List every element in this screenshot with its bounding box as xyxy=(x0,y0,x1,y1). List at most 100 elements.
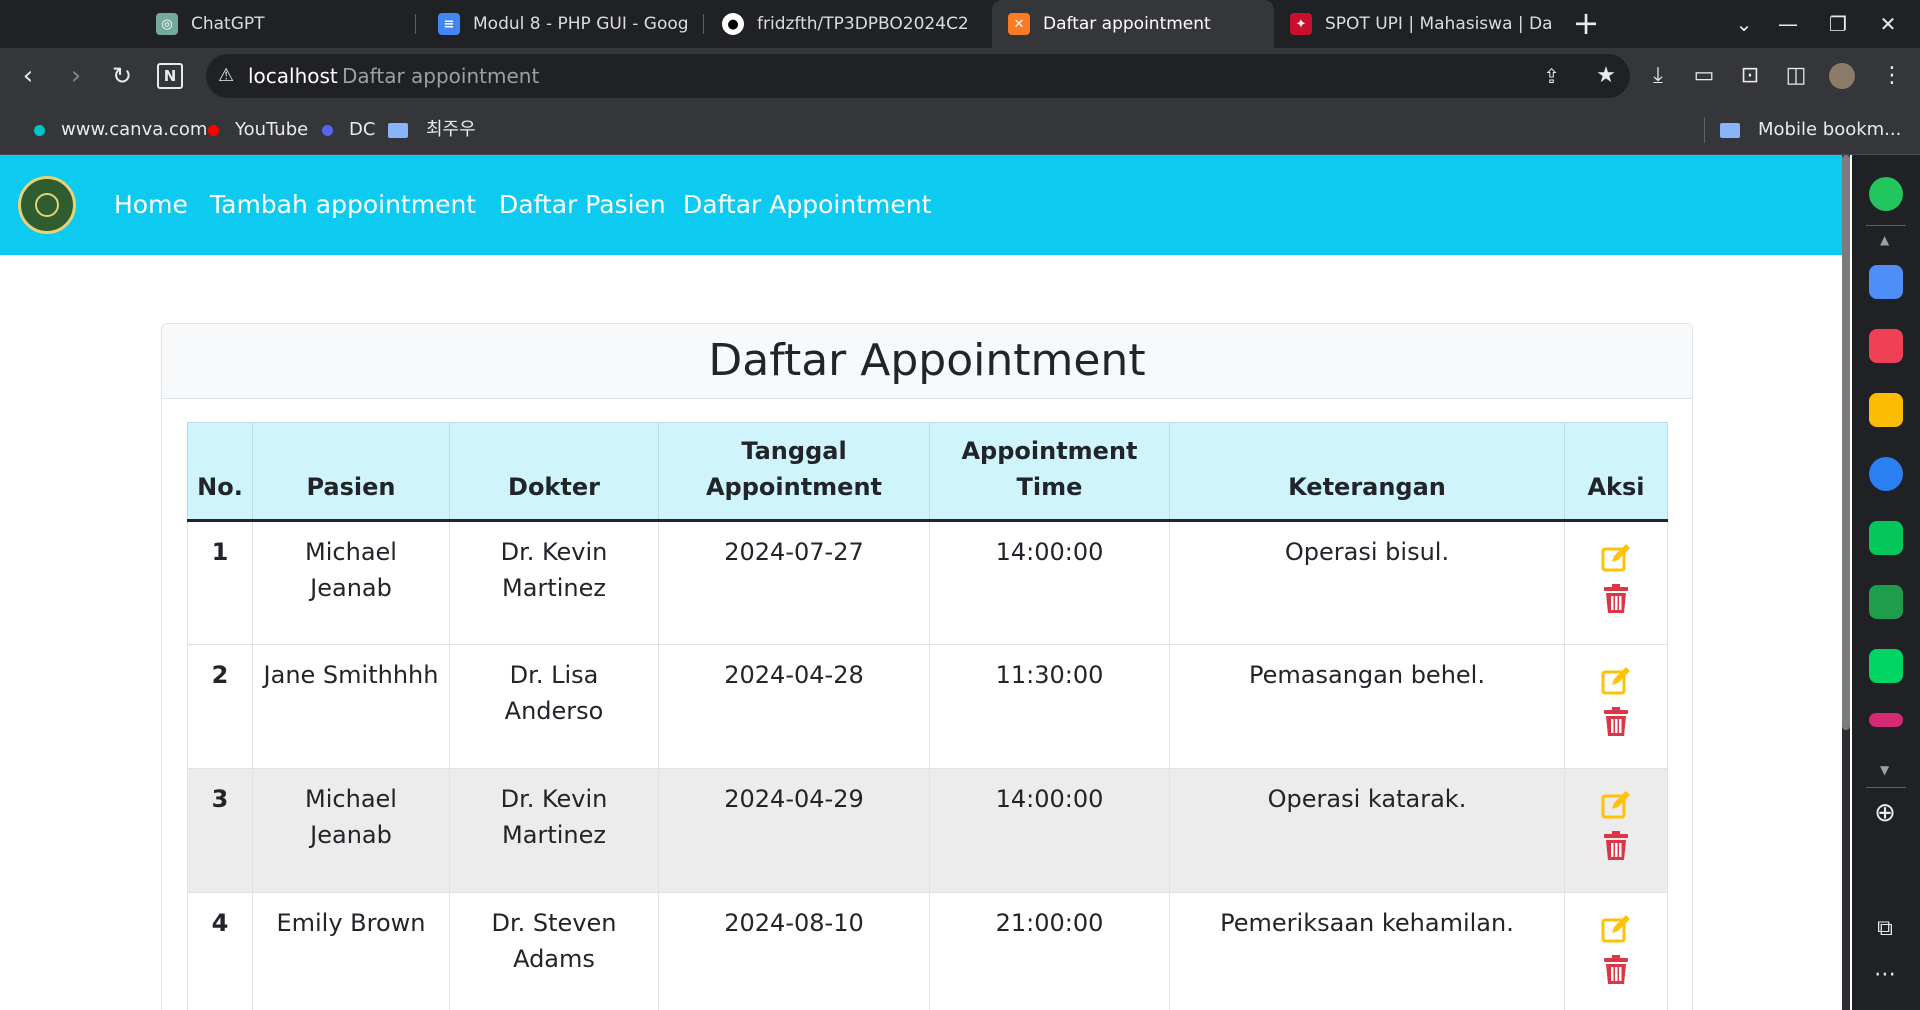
appointment-card: Daftar Appointment No. Pasien Dokter Tan… xyxy=(161,323,1693,1010)
header-no: No. xyxy=(187,422,253,522)
bookmarks-bar: www.canva.com YouTube DC 최주우 Mobile book… xyxy=(0,105,1920,155)
site-navbar: Home Tambah appointment Daftar Pasien Da… xyxy=(0,155,1848,255)
tab-search-chevron-icon[interactable]: ⌄ xyxy=(1722,6,1766,42)
add-panel-icon[interactable]: ⊕ xyxy=(1871,799,1899,827)
canva-icon xyxy=(34,124,45,136)
cell-tanggal: 2024-07-27 xyxy=(658,520,930,645)
new-tab-button[interactable]: + xyxy=(1568,6,1604,42)
screenshot-icon[interactable]: ⊡ xyxy=(1734,60,1766,92)
page-title: Daftar Appointment xyxy=(708,335,1146,386)
more-options-icon[interactable]: ⋯ xyxy=(1871,961,1899,989)
table-row: 4 Emily Brown Dr. Steven Adams 2024-08-10 21… xyxy=(187,892,1668,1010)
cell-dokter: Dr. Kevin Martinez xyxy=(449,520,659,645)
nav-daftar-pasien[interactable]: Daftar Pasien xyxy=(499,155,666,255)
university-logo[interactable] xyxy=(18,176,76,234)
back-button[interactable]: ‹ xyxy=(8,56,48,96)
bookmark-youtube[interactable]: YouTube xyxy=(208,105,308,155)
nav-tambah-appointment[interactable]: Tambah appointment xyxy=(210,155,476,255)
header-dokter: Dokter xyxy=(449,422,659,522)
scrollbar-thumb[interactable] xyxy=(1842,155,1850,730)
delete-trash-icon[interactable] xyxy=(1603,831,1629,861)
github-icon: ● xyxy=(722,13,744,35)
page-viewport: Home Tambah appointment Daftar Pasien Da… xyxy=(0,155,1848,1010)
scroll-up-icon[interactable]: ▲ xyxy=(1880,233,1889,247)
cell-tanggal: 2024-04-28 xyxy=(658,644,930,769)
header-pasien: Pasien xyxy=(252,422,450,522)
cell-no: 1 xyxy=(187,520,253,645)
pocket-icon[interactable] xyxy=(1869,329,1903,363)
table-header-row: No. Pasien Dokter Tanggal Appointment Ap… xyxy=(187,422,1668,522)
cell-tanggal: 2024-04-29 xyxy=(658,768,930,893)
avatar[interactable] xyxy=(1826,60,1858,92)
nav-home[interactable]: Home xyxy=(114,155,188,255)
tools-briefcase-icon[interactable] xyxy=(1869,265,1903,299)
forward-button[interactable]: › xyxy=(56,56,96,96)
nav-daftar-appointment[interactable]: Daftar Appointment xyxy=(683,155,931,255)
cell-keterangan: Operasi katarak. xyxy=(1169,768,1565,893)
bookmark-dc[interactable]: DC xyxy=(322,105,375,155)
edit-icon[interactable] xyxy=(1600,789,1632,821)
notion-icon[interactable]: N xyxy=(150,56,190,96)
naver-icon[interactable] xyxy=(1869,521,1903,555)
favorites-star-icon[interactable] xyxy=(1869,393,1903,427)
tab-daftar-appointment[interactable]: ✕ Daftar appointment xyxy=(992,0,1274,48)
cell-dokter: Dr. Kevin Martinez xyxy=(449,768,659,893)
not-secure-warning-icon[interactable]: ⚠ xyxy=(218,54,234,98)
edit-icon[interactable] xyxy=(1600,913,1632,945)
close-window-button[interactable]: ✕ xyxy=(1866,6,1910,42)
edit-icon[interactable] xyxy=(1600,542,1632,574)
cell-dokter: Dr. Steven Adams xyxy=(449,892,659,1010)
cell-pasien: Emily Brown xyxy=(252,892,450,1010)
page-scrollbar[interactable] xyxy=(1842,155,1850,1010)
browser-side-panel: ▲ ▼ ⊕ ⧉ ⋯ xyxy=(1852,155,1920,1010)
edge-icon[interactable] xyxy=(1869,457,1903,491)
menu-kebab-icon[interactable]: ⋮ xyxy=(1876,60,1908,92)
reload-button[interactable]: ↻ xyxy=(102,56,142,96)
sidebar-toggle-icon[interactable]: ◫ xyxy=(1780,60,1812,92)
instagram-icon[interactable] xyxy=(1869,713,1903,727)
delete-trash-icon[interactable] xyxy=(1603,955,1629,985)
favorites-star-icon[interactable]: ★ xyxy=(1590,60,1622,92)
upi-icon: ✦ xyxy=(1290,13,1312,35)
cell-keterangan: Pemasangan behel. xyxy=(1169,644,1565,769)
tab-modul-8[interactable]: ≡ Modul 8 - PHP GUI - Goog xyxy=(418,0,704,48)
webtoon-icon[interactable] xyxy=(1869,649,1903,683)
cell-tanggal: 2024-08-10 xyxy=(658,892,930,1010)
tab-chatgpt[interactable]: ◎ ChatGPT xyxy=(136,0,416,48)
cell-time: 14:00:00 xyxy=(929,520,1170,645)
header-aksi: Aksi xyxy=(1564,422,1668,522)
download-icon[interactable]: ⤓ xyxy=(1642,60,1674,92)
share-icon[interactable]: ⇪ xyxy=(1543,54,1560,98)
delete-trash-icon[interactable] xyxy=(1603,707,1629,737)
bookmark-folder[interactable]: 최주우 xyxy=(388,105,476,155)
cell-aksi xyxy=(1564,520,1668,645)
cell-no: 2 xyxy=(187,644,253,769)
appointment-table: No. Pasien Dokter Tanggal Appointment Ap… xyxy=(187,422,1668,1010)
tab-spot-upi[interactable]: ✦ SPOT UPI | Mahasiswa | Da xyxy=(1274,0,1554,48)
copilot-icon[interactable] xyxy=(1869,177,1903,211)
table-row: 1 Michael Jeanab Dr. Kevin Martinez 2024-07… xyxy=(187,520,1668,645)
cell-pasien: Michael Jeanab xyxy=(252,768,450,893)
header-tanggal: Tanggal Appointment xyxy=(658,422,930,522)
youtube-icon xyxy=(208,124,219,136)
bookmark-canva[interactable]: www.canva.com xyxy=(34,105,207,155)
chatgpt-icon: ◎ xyxy=(156,13,178,35)
screen-cast-icon[interactable]: ▭ xyxy=(1688,60,1720,92)
scroll-down-icon[interactable]: ▼ xyxy=(1880,763,1889,777)
xampp-icon: ✕ xyxy=(1008,13,1030,35)
tab-github[interactable]: ● fridzfth/TP3DPBO2024C2 xyxy=(704,0,992,48)
delete-trash-icon[interactable] xyxy=(1603,584,1629,614)
profile-area[interactable] xyxy=(20,0,100,48)
address-bar[interactable]: ⚠ localhost Daftar appointment ⇪ xyxy=(206,54,1630,98)
open-external-icon[interactable]: ⧉ xyxy=(1871,915,1899,943)
cell-keterangan: Pemeriksaan kehamilan. xyxy=(1169,892,1565,1010)
browser-toolbar: ‹ › ↻ N ⚠ localhost Daftar appointment ⇪… xyxy=(0,48,1920,105)
minimize-button[interactable]: — xyxy=(1766,6,1810,42)
header-time: Appointment Time xyxy=(929,422,1170,522)
cell-aksi xyxy=(1564,644,1668,769)
restore-button[interactable]: ❐ xyxy=(1816,6,1860,42)
edit-icon[interactable] xyxy=(1600,665,1632,697)
sheets-icon[interactable] xyxy=(1869,585,1903,619)
bookmark-mobile-folder[interactable]: Mobile bookm... xyxy=(1720,105,1901,155)
folder-icon xyxy=(388,122,408,138)
